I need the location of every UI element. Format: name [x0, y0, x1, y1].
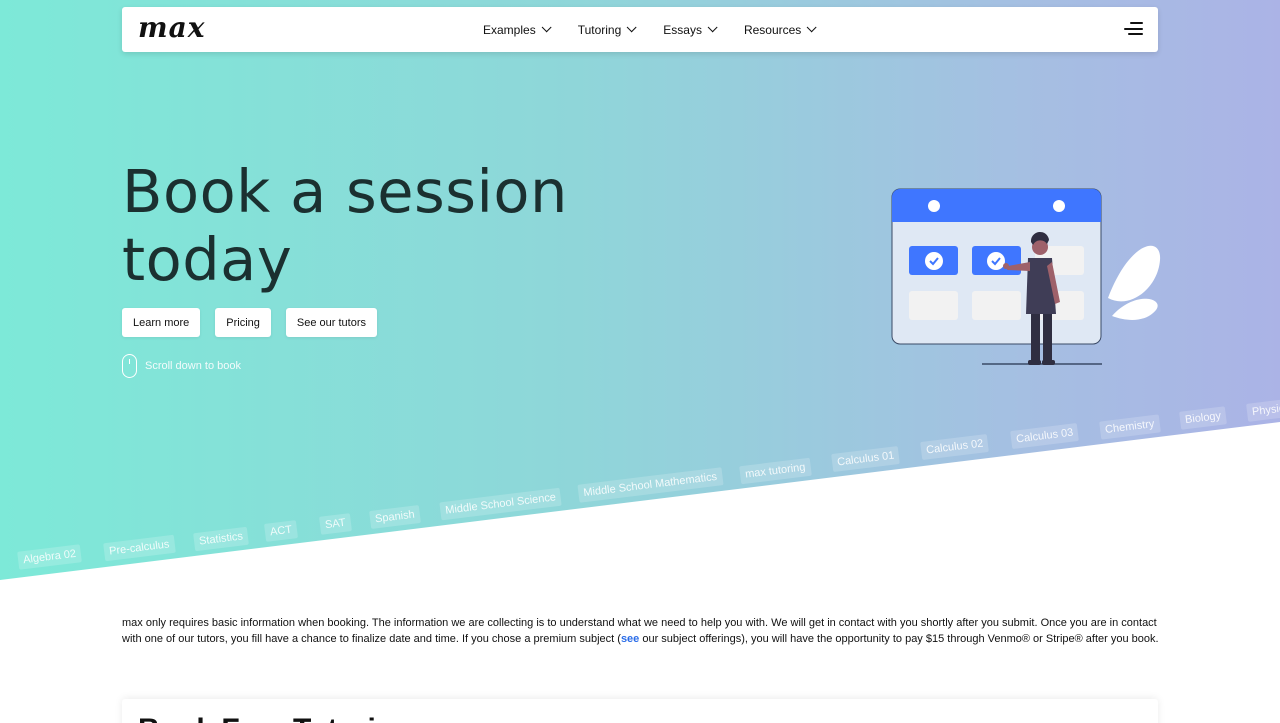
- subject-tag[interactable]: Calculus 02: [920, 433, 990, 461]
- booking-card-title: Book Free Tutoring: [138, 713, 412, 723]
- subject-tag[interactable]: Pre-calculus: [103, 534, 176, 562]
- booking-info-text: max only requires basic information when…: [122, 616, 1162, 647]
- subject-tag[interactable]: Algebra 02: [17, 544, 83, 570]
- subject-tag[interactable]: Calculus 03: [1010, 422, 1080, 450]
- menu-icon[interactable]: [1124, 22, 1143, 36]
- subject-tag[interactable]: Middle School Mathematics: [577, 467, 724, 503]
- nav-tutoring-label: Tutoring: [577, 22, 622, 37]
- subject-tag[interactable]: Biology: [1179, 406, 1228, 430]
- subject-tag[interactable]: ACT: [264, 520, 298, 542]
- subject-tag[interactable]: Spanish: [369, 505, 421, 529]
- subject-tag[interactable]: Middle School Science: [439, 487, 562, 521]
- subject-tag[interactable]: Statistics: [193, 526, 249, 552]
- chevron-down-icon: [626, 22, 637, 33]
- chevron-down-icon: [707, 22, 718, 33]
- nav-essays-label: Essays: [663, 22, 702, 37]
- nav-resources-label: Resources: [743, 22, 802, 37]
- subject-tag[interactable]: max tutoring: [739, 457, 812, 485]
- main-nav: Examples Tutoring Essays Resources: [483, 7, 843, 52]
- subject-offerings-link[interactable]: see: [621, 633, 639, 645]
- chevron-down-icon: [541, 22, 552, 33]
- nav-resources[interactable]: Resources: [743, 22, 817, 37]
- subject-tags: Algebra 02 Pre-calculus Statistics ACT SAT Sp…: [0, 0, 1280, 580]
- subject-tag[interactable]: Physics: [1246, 398, 1280, 422]
- nav-essays[interactable]: Essays: [663, 22, 718, 37]
- subject-tag[interactable]: Chemistry: [1099, 414, 1161, 440]
- nav-examples[interactable]: Examples: [483, 22, 552, 37]
- chevron-down-icon: [806, 22, 817, 33]
- max-logo[interactable]: max: [138, 11, 205, 44]
- hero-section: Book a session today Learn more Pricing …: [0, 0, 1280, 580]
- top-navbar: max Examples Tutoring Essays Resources: [122, 7, 1158, 52]
- booking-card: Book Free Tutoring: [122, 699, 1158, 723]
- nav-examples-label: Examples: [483, 22, 536, 37]
- subject-tag[interactable]: SAT: [319, 513, 352, 535]
- info-text-part-2: our subject offerings), you will have th…: [639, 632, 1159, 645]
- subject-tag[interactable]: Calculus 01: [831, 445, 901, 473]
- nav-tutoring[interactable]: Tutoring: [577, 22, 637, 37]
